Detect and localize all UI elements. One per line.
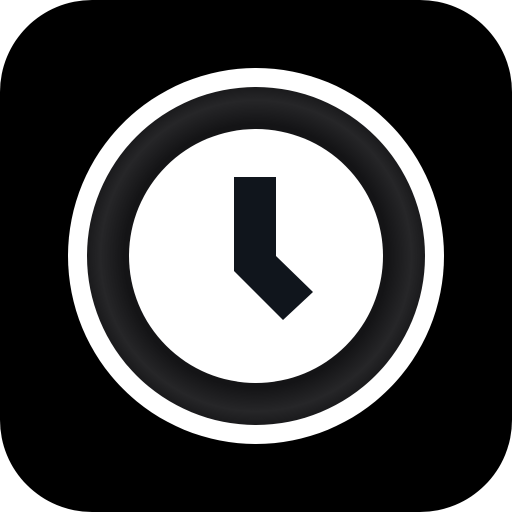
- clock-app-icon[interactable]: [0, 0, 512, 512]
- clock-icon: [0, 0, 512, 512]
